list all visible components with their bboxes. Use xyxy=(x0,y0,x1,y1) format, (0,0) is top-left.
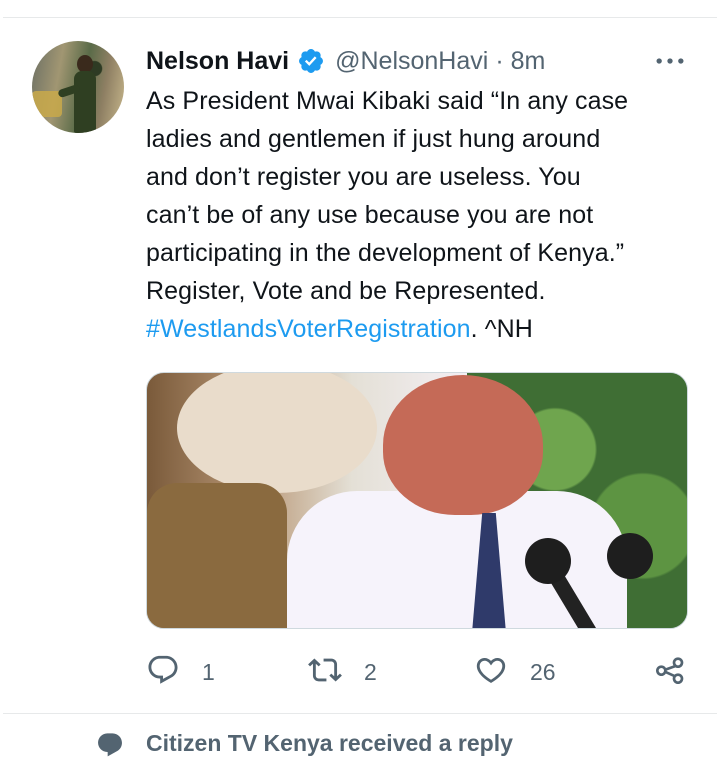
reply-button[interactable]: 1 xyxy=(146,652,215,692)
tweet-actions: 1 2 26 xyxy=(146,652,694,692)
reply-count: 1 xyxy=(202,658,215,685)
tweet-text-line: ladies and gentlemen if just hung around xyxy=(146,125,601,153)
bottom-divider xyxy=(3,713,717,714)
tweet-text: As President Mwai Kibaki said “In any ca… xyxy=(146,82,698,348)
tweet-timestamp[interactable]: 8m xyxy=(511,47,546,76)
tweet-video-thumbnail[interactable] xyxy=(146,372,688,629)
retweet-count: 2 xyxy=(364,658,377,685)
next-timeline-item[interactable]: Citizen TV Kenya received a reply xyxy=(0,726,720,766)
hashtag-link[interactable]: #WestlandsVoterRegistration xyxy=(146,315,471,343)
tweet-text-suffix: . ^NH xyxy=(470,315,533,343)
share-button[interactable] xyxy=(654,652,686,692)
retweet-button[interactable]: 2 xyxy=(308,652,377,692)
tweet-header: Nelson Havi @NelsonHavi · 8m xyxy=(146,44,545,78)
tweet-text-line: can’t be of any use because you are not xyxy=(146,201,594,229)
verified-badge-icon xyxy=(297,47,325,75)
share-icon xyxy=(654,654,686,691)
tweet-text-line: participating in the development of Keny… xyxy=(146,239,625,267)
heart-icon xyxy=(474,653,508,692)
header-separator: · xyxy=(495,46,504,75)
more-options-icon[interactable] xyxy=(652,46,688,76)
author-avatar[interactable] xyxy=(32,41,124,133)
tweet-text-line: and don’t register you are useless. You xyxy=(146,163,581,191)
tweet-text-line: #WestlandsVoterRegistration. ^NH xyxy=(146,310,698,348)
tweet-text-line: Register, Vote and be Represented. xyxy=(146,277,546,305)
like-button[interactable]: 26 xyxy=(474,652,556,692)
speech-bubble-icon xyxy=(96,731,124,759)
tweet[interactable]: Nelson Havi @NelsonHavi · 8m As Presiden… xyxy=(0,18,720,713)
retweet-icon xyxy=(308,653,342,692)
author-name[interactable]: Nelson Havi xyxy=(146,47,289,76)
tweet-text-line: As President Mwai Kibaki said “In any ca… xyxy=(146,87,629,115)
reply-icon xyxy=(146,653,180,692)
author-handle[interactable]: @NelsonHavi xyxy=(335,47,488,76)
like-count: 26 xyxy=(530,658,556,685)
